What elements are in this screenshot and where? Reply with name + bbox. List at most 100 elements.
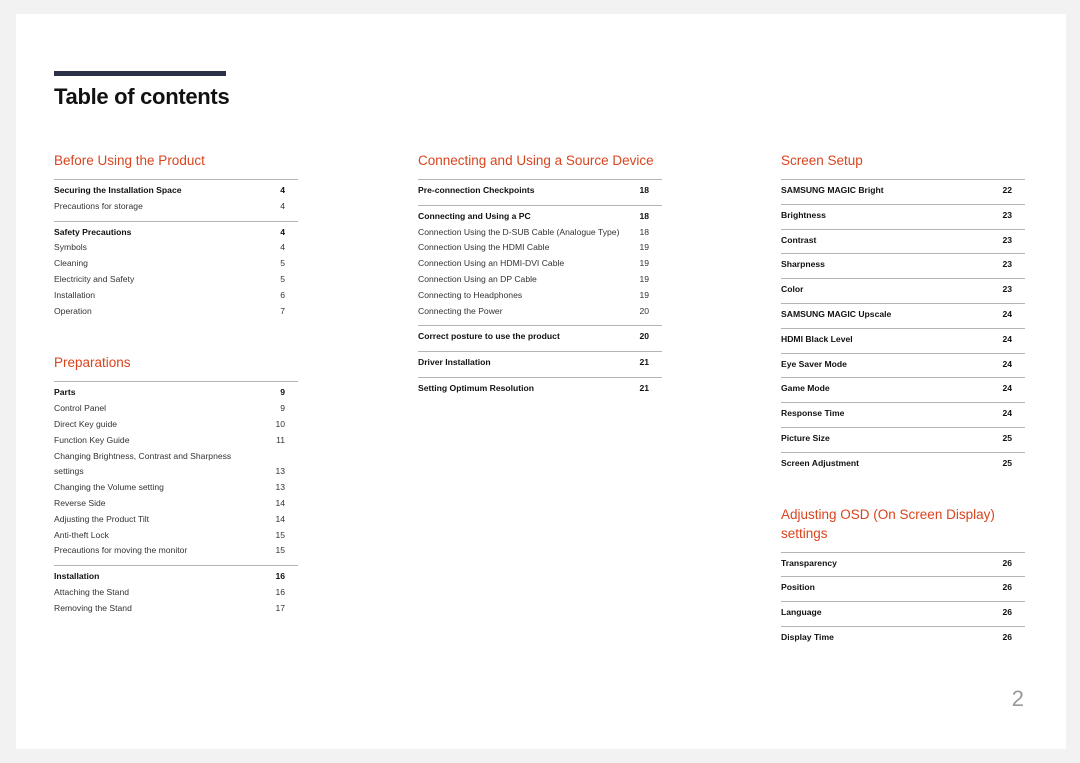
toc-heading-entry[interactable]: Correct posture to use the product 20 bbox=[418, 329, 662, 345]
toc-entry[interactable]: Installation 6 bbox=[54, 288, 298, 304]
section-title[interactable]: Preparations bbox=[54, 353, 298, 372]
entry-label: Display Time bbox=[781, 631, 834, 642]
entry-label: Connection Using an HDMI-DVI Cable bbox=[418, 258, 565, 269]
toc-group: Eye Saver Mode 24 bbox=[781, 352, 1025, 378]
toc-heading-entry[interactable]: Display Time 26 bbox=[781, 630, 1025, 646]
toc-group: Setting Optimum Resolution 21 bbox=[418, 376, 662, 403]
toc-group: HDMI Black Level 24 bbox=[781, 327, 1025, 353]
entry-label: HDMI Black Level bbox=[781, 333, 853, 344]
toc-heading-entry[interactable]: Picture Size 25 bbox=[781, 431, 1025, 447]
entry-page-number: 4 bbox=[280, 200, 285, 211]
toc-entry[interactable]: Precautions for moving the monitor 15 bbox=[54, 543, 298, 559]
entry-page-number: 5 bbox=[280, 273, 285, 284]
entry-page-number: 11 bbox=[276, 434, 285, 445]
toc-heading-entry[interactable]: Contrast 23 bbox=[781, 233, 1025, 249]
toc-heading-entry[interactable]: Driver Installation 21 bbox=[418, 355, 662, 371]
toc-entry[interactable]: Connection Using an HDMI-DVI Cable 19 bbox=[418, 256, 662, 272]
entry-page-number: 18 bbox=[639, 210, 649, 221]
toc-entry[interactable]: Changing the Volume setting 13 bbox=[54, 480, 298, 496]
toc-entry[interactable]: Reverse Side 14 bbox=[54, 496, 298, 512]
entry-page-number: 24 bbox=[1002, 408, 1012, 419]
toc-entry[interactable]: Symbols 4 bbox=[54, 240, 298, 256]
entry-page-number: 26 bbox=[1002, 607, 1012, 618]
toc-heading-entry[interactable]: Pre-connection Checkpoints 18 bbox=[418, 183, 662, 199]
toc-heading-entry[interactable]: SAMSUNG MAGIC Upscale 24 bbox=[781, 307, 1025, 323]
toc-group: Correct posture to use the product 20 bbox=[418, 325, 662, 351]
page-title: Table of contents bbox=[54, 84, 230, 109]
toc-heading-entry[interactable]: Eye Saver Mode 24 bbox=[781, 357, 1025, 373]
toc-section: Screen Setup SAMSUNG MAGIC Bright 22 Bright… bbox=[781, 151, 1025, 477]
entry-page-number: 14 bbox=[275, 513, 285, 524]
entry-label: Control Panel bbox=[54, 403, 107, 414]
toc-heading-entry[interactable]: Brightness 23 bbox=[781, 208, 1025, 224]
toc-entry[interactable]: Precautions for storage 4 bbox=[54, 199, 298, 215]
section-title[interactable]: Connecting and Using a Source Device bbox=[418, 151, 662, 170]
toc-entry[interactable]: Connection Using the HDMI Cable 19 bbox=[418, 240, 662, 256]
toc-heading-entry[interactable]: Language 26 bbox=[781, 605, 1025, 621]
toc-heading-entry[interactable]: Parts 9 bbox=[54, 385, 298, 401]
section-title[interactable]: Screen Setup bbox=[781, 151, 1025, 170]
entry-label: Symbols bbox=[54, 242, 87, 253]
entry-label: Brightness bbox=[781, 209, 826, 220]
toc-heading-entry[interactable]: HDMI Black Level 24 bbox=[781, 332, 1025, 348]
toc-heading-entry[interactable]: Response Time 24 bbox=[781, 406, 1025, 422]
toc-entry[interactable]: Connecting to Headphones 19 bbox=[418, 288, 662, 304]
toc-group: Safety Precautions 4 Symbols 4 Cleaning 5 Elec… bbox=[54, 220, 298, 326]
toc-entry[interactable]: Changing Brightness, Contrast and Sharpn… bbox=[54, 449, 298, 481]
toc-entry[interactable]: Adjusting the Product Tilt 14 bbox=[54, 512, 298, 528]
toc-group: Color 23 bbox=[781, 278, 1025, 303]
toc-group: Screen Adjustment 25 bbox=[781, 451, 1025, 477]
entry-label: Electricity and Safety bbox=[54, 273, 135, 284]
toc-entry[interactable]: Electricity and Safety 5 bbox=[54, 272, 298, 288]
toc-heading-entry[interactable]: Setting Optimum Resolution 21 bbox=[418, 381, 662, 397]
toc-entry[interactable]: Attaching the Stand 16 bbox=[54, 585, 298, 601]
toc-entry[interactable]: Connection Using the D-SUB Cable (Analog… bbox=[418, 225, 662, 241]
toc-heading-entry[interactable]: Connecting and Using a PC 18 bbox=[418, 209, 662, 225]
toc-entry[interactable]: Cleaning 5 bbox=[54, 256, 298, 272]
entry-label: Game Mode bbox=[781, 383, 830, 394]
entry-page-number: 20 bbox=[639, 331, 649, 342]
toc-heading-entry[interactable]: Game Mode 24 bbox=[781, 381, 1025, 397]
entry-label: Anti-theft Lock bbox=[54, 529, 109, 540]
section-title[interactable]: Adjusting OSD (On Screen Display) settin… bbox=[781, 505, 1025, 543]
toc-entry[interactable]: Connection Using an DP Cable 19 bbox=[418, 272, 662, 288]
section-title[interactable]: Before Using the Product bbox=[54, 151, 298, 170]
toc-group: Installation 16 Attaching the Stand 16 Remov… bbox=[54, 565, 298, 622]
toc-group: Sharpness 23 bbox=[781, 253, 1025, 278]
toc-entry[interactable]: Direct Key guide 10 bbox=[54, 417, 298, 433]
toc-group: SAMSUNG MAGIC Upscale 24 bbox=[781, 302, 1025, 328]
toc-heading-entry[interactable]: Sharpness 23 bbox=[781, 257, 1025, 273]
toc-entry[interactable]: Anti-theft Lock 15 bbox=[54, 528, 298, 544]
toc-entry[interactable]: Function Key Guide 11 bbox=[54, 433, 298, 449]
entry-page-number: 14 bbox=[275, 497, 285, 508]
toc-entry[interactable]: Operation 7 bbox=[54, 304, 298, 320]
toc-heading-entry[interactable]: Safety Precautions 4 bbox=[54, 225, 298, 241]
toc-entry[interactable]: Control Panel 9 bbox=[54, 401, 298, 417]
toc-group: Display Time 26 bbox=[781, 625, 1025, 651]
entry-page-number: 21 bbox=[639, 382, 649, 393]
toc-heading-entry[interactable]: Position 26 bbox=[781, 580, 1025, 596]
toc-heading-entry[interactable]: Installation 16 bbox=[54, 569, 298, 585]
toc-heading-entry[interactable]: Transparency 26 bbox=[781, 556, 1025, 572]
entry-label: Eye Saver Mode bbox=[781, 358, 847, 369]
toc-group: Securing the Installation Space 4 Precauti… bbox=[54, 179, 298, 221]
entry-page-number: 4 bbox=[280, 226, 285, 237]
toc-heading-entry[interactable]: SAMSUNG MAGIC Bright 22 bbox=[781, 183, 1025, 199]
toc-entry[interactable]: Removing the Stand 17 bbox=[54, 601, 298, 617]
toc-heading-entry[interactable]: Securing the Installation Space 4 bbox=[54, 183, 298, 199]
entry-page-number: 16 bbox=[275, 586, 285, 597]
entry-label: SAMSUNG MAGIC Bright bbox=[781, 185, 884, 195]
entry-page-number: 15 bbox=[275, 545, 285, 556]
entry-label: Parts bbox=[54, 387, 76, 398]
entry-label: Securing the Installation Space bbox=[54, 185, 182, 195]
toc-entry[interactable]: Connecting the Power 20 bbox=[418, 304, 662, 320]
toc-group: Driver Installation 21 bbox=[418, 351, 662, 377]
toc-section: Preparations Parts 9 Control Panel 9 Direct K… bbox=[54, 353, 298, 622]
toc-heading-entry[interactable]: Screen Adjustment 25 bbox=[781, 456, 1025, 472]
toc-heading-entry[interactable]: Color 23 bbox=[781, 282, 1025, 298]
entry-page-number: 9 bbox=[280, 403, 285, 414]
entry-page-number: 26 bbox=[1002, 557, 1012, 568]
entry-page-number: 26 bbox=[1002, 582, 1012, 593]
